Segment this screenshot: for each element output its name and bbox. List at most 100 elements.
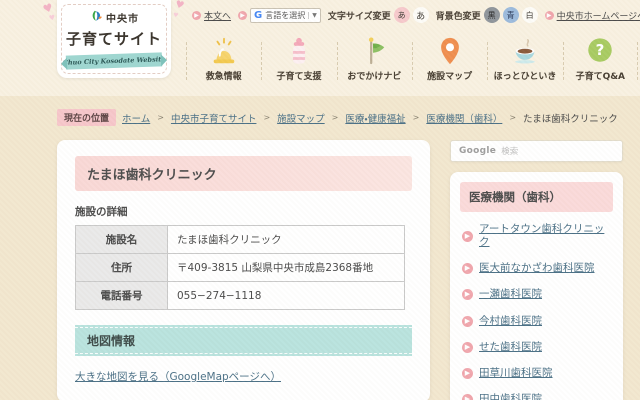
- baby-bottle-icon: [284, 36, 314, 66]
- list-item: ▶ 医大前なかざわ歯科医院: [460, 255, 613, 281]
- arrow-bullet-icon: ▶: [462, 368, 473, 379]
- breadcrumb-separator: >: [263, 113, 270, 122]
- facility-details-heading: 施設の詳細: [75, 204, 412, 219]
- nav-item-outing-navi[interactable]: おでかけナビ: [337, 32, 412, 92]
- logo-ribbon-text: Chuo City Kosodate Website: [63, 55, 166, 67]
- sidebar-list: ▶ アートタウン歯科クリニック ▶ 医大前なかざわ歯科医院 ▶ 一瀬歯科医院 ▶…: [460, 216, 613, 400]
- arrow-bullet-icon: ▶: [238, 11, 247, 20]
- arrow-bullet-icon: ▶: [462, 316, 473, 327]
- row-label-facility-name: 施設名: [76, 226, 168, 254]
- city-name: 中央市: [106, 10, 139, 25]
- page: ♥ ♥ ♥ ♥ 中央市 子育てサイト Chuo Cit: [0, 0, 640, 400]
- sidebar-item-tanaka-dental[interactable]: 田中歯科医院: [479, 393, 542, 400]
- font-size-label: 文字サイズ変更: [328, 9, 391, 22]
- bg-white-button[interactable]: 白: [522, 7, 538, 23]
- flag-icon: [359, 36, 389, 66]
- breadcrumb-link-site[interactable]: 中央市子育てサイト: [171, 111, 257, 125]
- breadcrumb-link-dental[interactable]: 医療機関（歯科）: [426, 111, 502, 125]
- nav-item-hot-break[interactable]: ほっとひといき: [487, 32, 562, 92]
- sidebar-item-arttown-dental[interactable]: アートタウン歯科クリニック: [479, 223, 611, 249]
- arrow-bullet-icon: ▶: [462, 342, 473, 353]
- city-homepage-link[interactable]: ▶ 中央市ホームページへ: [545, 9, 640, 22]
- sidebar-item-imamura-dental[interactable]: 今村歯科医院: [479, 315, 542, 328]
- google-logo-icon: G: [254, 10, 262, 21]
- language-select-group: ▶ G 言語を選択 ▼: [238, 8, 321, 23]
- table-row: 住所 〒409-3815 山梨県中央市成島2368番地: [76, 254, 405, 282]
- page-title: たまほ歯科クリニック: [75, 156, 412, 191]
- breadcrumb: 現在の位置 ホーム > 中央市子育てサイト > 施設マップ > 医療・健康福祉 …: [57, 109, 634, 126]
- row-value-phone: 055−274−1118: [168, 282, 405, 310]
- nav-label: 施設マップ: [427, 69, 472, 82]
- arrow-bullet-icon: ▶: [545, 11, 554, 20]
- background-color-controls: 背景色変更 黒 青 白: [436, 7, 538, 23]
- sidebar-item-takusagawa-dental[interactable]: 田草川歯科医院: [479, 367, 553, 380]
- heart-icon: ♥: [174, 0, 186, 12]
- heart-icon: ♥: [172, 12, 178, 20]
- site-header: ♥ ♥ ♥ ♥ 中央市 子育てサイト Chuo Cit: [0, 0, 640, 96]
- nav-label: 子育てQ&A: [576, 69, 625, 82]
- breadcrumb-separator: >: [157, 113, 164, 122]
- row-value-facility-name: たまほ歯科クリニック: [168, 226, 405, 254]
- list-item: ▶ 今村歯科医院: [460, 308, 613, 334]
- font-size-large-button[interactable]: あ: [413, 7, 429, 23]
- arrow-bullet-icon: ▶: [462, 263, 473, 274]
- nav-item-childcare-support[interactable]: 子育て支援: [261, 32, 336, 92]
- nav-label: おでかけナビ: [347, 69, 401, 82]
- list-item: ▶ アートタウン歯科クリニック: [460, 216, 613, 255]
- google-search-input[interactable]: Google 検索: [450, 140, 623, 162]
- breadcrumb-link-facility-map[interactable]: 施設マップ: [277, 111, 325, 125]
- nav-label: ほっとひといき: [494, 69, 557, 82]
- sidebar-item-ichinose-dental[interactable]: 一瀬歯科医院: [479, 288, 542, 301]
- global-nav: 救急情報 子育て支援: [186, 32, 638, 92]
- breadcrumb-separator: >: [509, 113, 516, 122]
- sidebar-item-seta-dental[interactable]: せた歯科医院: [479, 341, 542, 354]
- facility-details-table: 施設名 たまほ歯科クリニック 住所 〒409-3815 山梨県中央市成島2368…: [75, 225, 405, 310]
- breadcrumb-link-home[interactable]: ホーム: [122, 111, 150, 125]
- map-info-heading: 地図情報: [75, 325, 412, 356]
- font-size-controls: 文字サイズ変更 あ あ: [328, 7, 429, 23]
- main-content-card: たまほ歯科クリニック 施設の詳細 施設名 たまほ歯科クリニック 住所 〒409-…: [57, 140, 430, 400]
- logo-ribbon: Chuo City Kosodate Website: [66, 52, 162, 69]
- sidebar-heading: 医療機関（歯科）: [460, 182, 613, 212]
- nav-item-facility-map[interactable]: 施設マップ: [412, 32, 487, 92]
- svg-text:?: ?: [596, 41, 605, 59]
- bg-black-button[interactable]: 黒: [484, 7, 500, 23]
- sidebar-item-idaimae-nakazawa-dental[interactable]: 医大前なかざわ歯科医院: [479, 262, 595, 275]
- bg-blue-button[interactable]: 青: [503, 7, 519, 23]
- breadcrumb-separator: >: [413, 113, 420, 122]
- site-title: 子育てサイト: [66, 28, 162, 49]
- nav-item-emergency[interactable]: 救急情報: [186, 32, 261, 92]
- font-size-small-button[interactable]: あ: [394, 7, 410, 23]
- coffee-cup-icon: [510, 36, 540, 66]
- skip-link-label: 本文へ: [204, 9, 231, 22]
- nav-item-qa[interactable]: ? 子育てQ&A: [563, 32, 638, 92]
- google-search-watermark: Google: [459, 146, 496, 156]
- breadcrumb-link-medical-welfare[interactable]: 医療・健康福祉: [345, 111, 405, 125]
- map-pin-icon: [435, 36, 465, 66]
- question-icon: ?: [585, 36, 615, 66]
- google-map-link[interactable]: 大きな地図を見る（GoogleMapページへ）: [75, 369, 281, 384]
- heart-icon: ♥: [48, 14, 56, 23]
- arrow-bullet-icon: ▶: [462, 394, 473, 400]
- breadcrumb-separator: >: [332, 113, 339, 122]
- list-item: ▶ 一瀬歯科医院: [460, 281, 613, 307]
- city-homepage-label: 中央市ホームページへ: [557, 9, 640, 22]
- row-value-address: 〒409-3815 山梨県中央市成島2368番地: [168, 254, 405, 282]
- arrow-bullet-icon: ▶: [192, 11, 201, 20]
- skip-to-content-link[interactable]: ▶ 本文へ: [192, 9, 231, 22]
- bg-color-label: 背景色変更: [436, 9, 481, 22]
- nav-label: 子育て支援: [276, 69, 321, 82]
- nav-label: 救急情報: [206, 69, 242, 82]
- breadcrumb-current-page: たまほ歯科クリニック: [523, 111, 618, 125]
- translate-label: 言語を選択: [265, 10, 305, 21]
- siren-icon: [209, 36, 239, 66]
- google-translate-select[interactable]: G 言語を選択 ▼: [250, 8, 321, 23]
- table-row: 施設名 たまほ歯科クリニック: [76, 226, 405, 254]
- utility-bar: ▶ 本文へ ▶ G 言語を選択 ▼ 文字サイズ変更 あ あ 背景色変更 黒 青: [192, 5, 634, 25]
- row-label-phone: 電話番号: [76, 282, 168, 310]
- site-logo[interactable]: ♥ ♥ ♥ ♥ 中央市 子育てサイト Chuo Cit: [57, 0, 171, 78]
- list-item: ▶ せた歯科医院: [460, 334, 613, 360]
- row-label-address: 住所: [76, 254, 168, 282]
- logo-inner: 中央市 子育てサイト Chuo City Kosodate Website: [57, 0, 171, 78]
- table-row: 電話番号 055−274−1118: [76, 282, 405, 310]
